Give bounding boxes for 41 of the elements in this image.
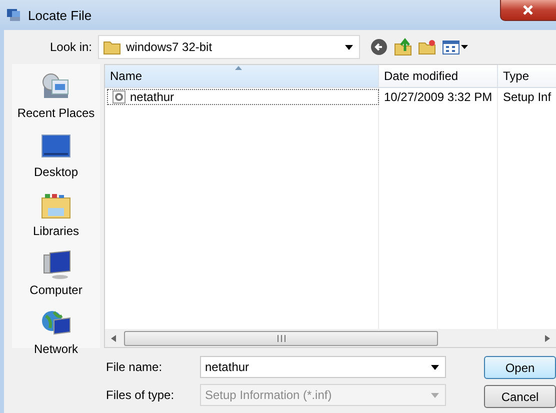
folder-icon [103, 39, 121, 55]
settings-file-icon [112, 90, 126, 104]
place-item[interactable]: Libraries [32, 190, 80, 238]
folder-up-icon [394, 38, 412, 56]
close-icon [523, 5, 533, 15]
folder-up-button[interactable] [392, 37, 414, 57]
table-cell-text: 10/27/2009 3:32 PM [383, 89, 494, 106]
column-header[interactable]: Date modified [379, 65, 498, 87]
view-menu-icon [442, 38, 460, 56]
place-item[interactable]: Recent Places [17, 72, 95, 120]
table-cell-text: Setup Inf [502, 89, 552, 106]
column-header[interactable]: Type [498, 65, 556, 87]
caret-icon [431, 392, 439, 398]
file-row-name[interactable]: netathur [107, 89, 379, 105]
caret-icon [431, 364, 439, 370]
window-title: Locate File [28, 8, 92, 22]
scrollbar-thumb[interactable] [124, 330, 438, 346]
file-name-label: File name: [106, 360, 164, 374]
horizontal-scrollbar[interactable] [105, 329, 556, 347]
look-in-label: Look in: [48, 40, 93, 54]
scroll-right-icon [545, 334, 550, 342]
dialog-button[interactable]: Open [484, 356, 556, 379]
back-icon [370, 38, 388, 56]
file-name-dropdown[interactable]: netathur [200, 356, 446, 378]
dialog-button[interactable]: Cancel [484, 385, 556, 408]
scroll-left-icon [111, 334, 116, 342]
caret-icon [345, 44, 353, 50]
file-type-label: Files of type: [106, 388, 176, 402]
new-folder-icon [418, 38, 436, 56]
app-icon [6, 7, 22, 23]
grip-icon [276, 334, 286, 342]
sort-arrow-icon [235, 66, 242, 70]
place-item[interactable]: Computer [30, 249, 82, 297]
look-in-dropdown[interactable]: windows7 32-bit [98, 35, 360, 59]
caret-icon [461, 45, 468, 49]
place-item[interactable]: Network [34, 308, 78, 356]
column-header[interactable]: Name [105, 65, 379, 87]
back-button[interactable] [368, 37, 390, 57]
new-folder-button[interactable] [416, 37, 438, 57]
close-button[interactable] [500, 0, 556, 21]
place-item[interactable]: Desktop [34, 131, 78, 179]
